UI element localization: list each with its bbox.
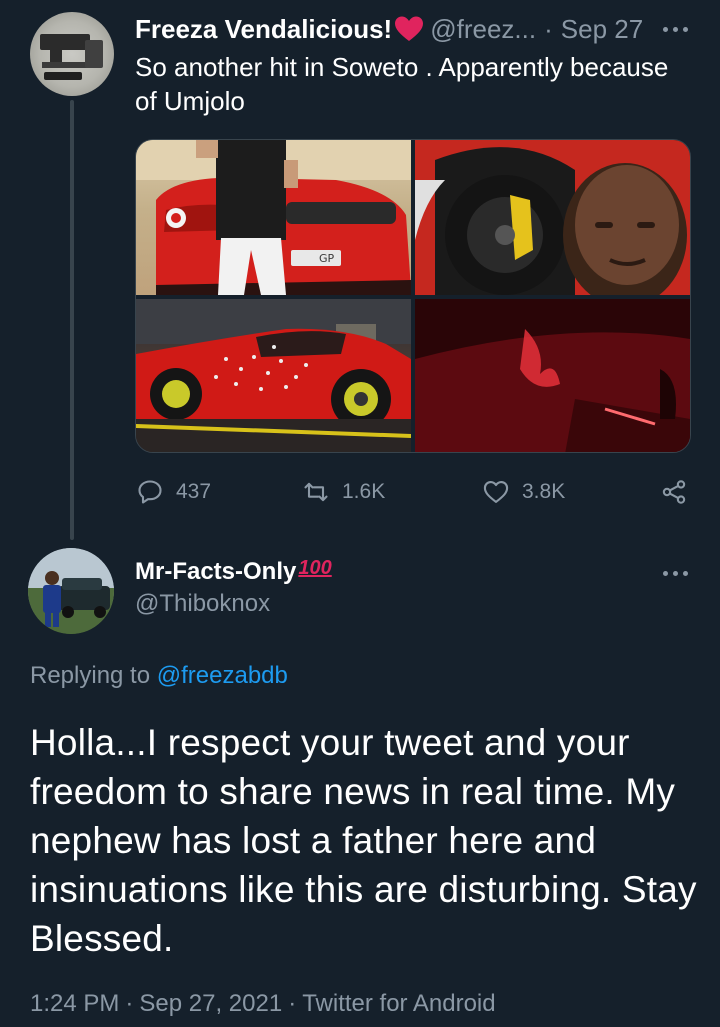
plate-text: GP — [319, 252, 335, 265]
replying-prefix: Replying to — [30, 662, 151, 689]
author-handle[interactable]: @freez... — [430, 14, 536, 45]
photo-ferrari-bullet-holes[interactable] — [136, 299, 411, 452]
thread-connector — [70, 100, 74, 540]
like-button[interactable]: 3.8K — [482, 476, 565, 508]
author-name[interactable]: Freeza Vendalicious! — [135, 14, 392, 45]
reply-author-name[interactable]: Mr-Facts-Only — [135, 558, 296, 586]
reply-author-handle[interactable]: @Thiboknox — [135, 590, 270, 618]
replying-handle-link[interactable]: @freezabdb — [157, 662, 288, 689]
reply-metadata: 1:24 PM · Sep 27, 2021 · Twitter for Android — [30, 990, 496, 1018]
like-count: 3.8K — [522, 480, 566, 503]
retweet-button[interactable]: 1.6K — [302, 476, 385, 508]
more-icon[interactable] — [655, 14, 695, 44]
hundred-emoji-icon: 100 — [298, 556, 332, 579]
more-icon[interactable] — [655, 558, 695, 588]
separator: · — [544, 13, 553, 44]
reply-icon — [138, 480, 162, 504]
reply-count: 437 — [176, 480, 212, 503]
share-button[interactable] — [660, 476, 688, 508]
tweet-text: So another hit in Soweto . Apparently be… — [135, 52, 669, 116]
share-icon — [662, 480, 686, 504]
reply-header: Mr-Facts-Only 100 — [135, 554, 332, 590]
separator: · — [288, 990, 297, 1017]
reply-time[interactable]: 1:24 PM — [30, 990, 119, 1017]
reply-author-avatar[interactable] — [28, 548, 114, 634]
reply-button[interactable]: 437 — [136, 476, 211, 508]
photo-person-ferrari-rear[interactable]: GP — [136, 140, 411, 295]
photo-night-closeup[interactable] — [415, 299, 690, 452]
author-avatar[interactable] — [30, 12, 114, 96]
photo-selfie-wheel[interactable] — [415, 140, 690, 295]
reply-text: Holla...I respect your tweet and your fr… — [30, 722, 697, 959]
separator: · — [125, 990, 134, 1017]
tweet-date[interactable]: Sep 27 — [561, 14, 643, 45]
tweet-header: Freeza Vendalicious! @freez... · Sep 27 — [135, 10, 643, 48]
retweet-count: 1.6K — [342, 480, 386, 503]
replying-to: Replying to @freezabdb — [30, 662, 288, 690]
retweet-icon — [304, 482, 328, 502]
reply-date[interactable]: Sep 27, 2021 — [139, 990, 282, 1017]
heart-emoji-icon — [395, 16, 424, 41]
reply-source: Twitter for Android — [302, 990, 496, 1017]
media-grid: GP — [135, 139, 691, 453]
like-icon — [483, 481, 509, 503]
